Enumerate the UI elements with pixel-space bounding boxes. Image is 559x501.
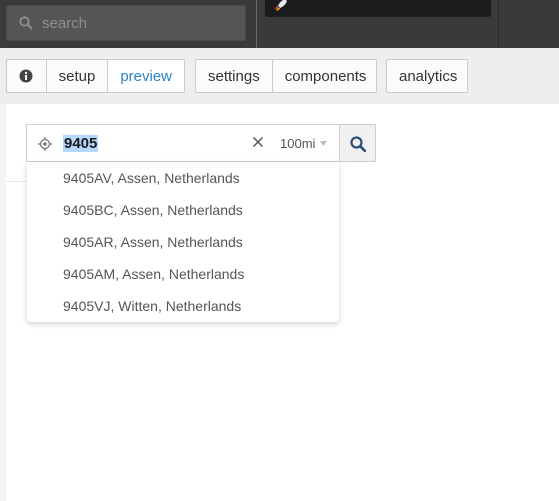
info-icon (19, 69, 33, 83)
suggestion-item[interactable]: 9405AV, Assen, Netherlands (27, 162, 339, 194)
tab-group-analytics: analytics (386, 59, 468, 93)
top-bar: search (0, 0, 559, 49)
suggestion-item[interactable]: 9405AM, Assen, Netherlands (27, 258, 339, 290)
suggestion-dropdown: 9405AV, Assen, Netherlands 9405BC, Assen… (27, 162, 339, 322)
suggestion-item[interactable]: 9405VJ, Witten, Netherlands (27, 290, 339, 322)
chevron-down-icon[interactable] (320, 141, 327, 146)
tab-settings[interactable]: settings (196, 60, 272, 92)
global-search-input[interactable]: search (6, 5, 246, 41)
location-search-input[interactable]: 9405 100mi (26, 124, 340, 162)
radius-select[interactable]: 100mi (280, 136, 315, 151)
tab-setup[interactable]: setup (45, 60, 108, 92)
search-icon (19, 16, 33, 30)
tab-group-config: settings components (195, 59, 377, 93)
location-query[interactable]: 9405 (63, 135, 99, 152)
divider (498, 0, 499, 48)
suggestion-item[interactable]: 9405BC, Assen, Netherlands (27, 194, 339, 226)
rocket-icon (275, 0, 287, 11)
clear-icon[interactable] (252, 136, 264, 148)
divider (6, 181, 26, 182)
tab-bar: setup preview settings components analyt… (0, 48, 559, 104)
tab-components[interactable]: components (271, 60, 379, 92)
location-search-button[interactable] (339, 124, 376, 162)
tab-group-main: setup preview (6, 59, 185, 93)
search-placeholder: search (42, 15, 88, 32)
magnifier-icon (350, 136, 366, 152)
tab-analytics[interactable]: analytics (387, 60, 469, 92)
location-query-text: 9405 (63, 135, 99, 152)
suggestion-item[interactable]: 9405AR, Assen, Netherlands (27, 226, 339, 258)
location-target-icon[interactable] (38, 137, 52, 151)
info-button[interactable] (7, 60, 46, 92)
preview-panel (265, 0, 491, 17)
tab-preview[interactable]: preview (107, 60, 184, 92)
